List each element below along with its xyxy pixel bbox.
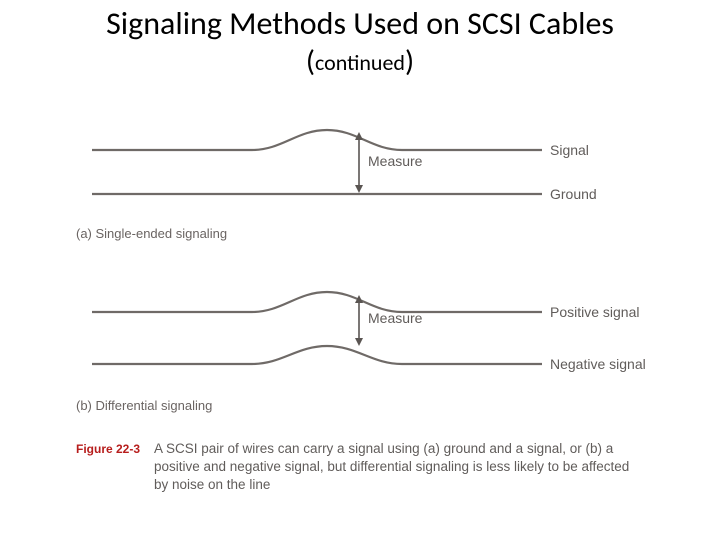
title-line1: Signaling Methods Used on SCSI Cables	[106, 4, 614, 43]
label-ground: Ground	[550, 186, 597, 202]
title-paren-open: (	[306, 43, 315, 80]
label-negative: Negative signal	[550, 356, 646, 372]
caption-a: (a) Single-ended signaling	[76, 226, 227, 241]
figure-caption: A SCSI pair of wires can carry a signal …	[154, 440, 646, 495]
signal-line	[92, 130, 542, 150]
diagram-b-svg	[72, 280, 652, 410]
title-continued: continued	[315, 49, 405, 76]
measure-arrow-a-head-down	[355, 185, 363, 193]
measure-label-b: Measure	[368, 310, 422, 326]
measure-arrow-b-head-down	[355, 338, 363, 346]
positive-signal-line	[92, 292, 542, 312]
label-positive: Positive signal	[550, 304, 640, 320]
title-paren-close: )	[405, 43, 414, 80]
caption-b: (b) Differential signaling	[76, 398, 212, 413]
slide: Signaling Methods Used on SCSI Cables (c…	[0, 0, 720, 540]
slide-title: Signaling Methods Used on SCSI Cables (c…	[24, 6, 696, 80]
label-signal: Signal	[550, 142, 589, 158]
diagram-a-svg	[72, 118, 652, 238]
figure-area: Signal Ground Measure (a) Single-ended s…	[72, 118, 652, 518]
negative-signal-line	[92, 346, 542, 364]
measure-label-a: Measure	[368, 153, 422, 169]
figure-id: Figure 22-3	[76, 442, 140, 456]
